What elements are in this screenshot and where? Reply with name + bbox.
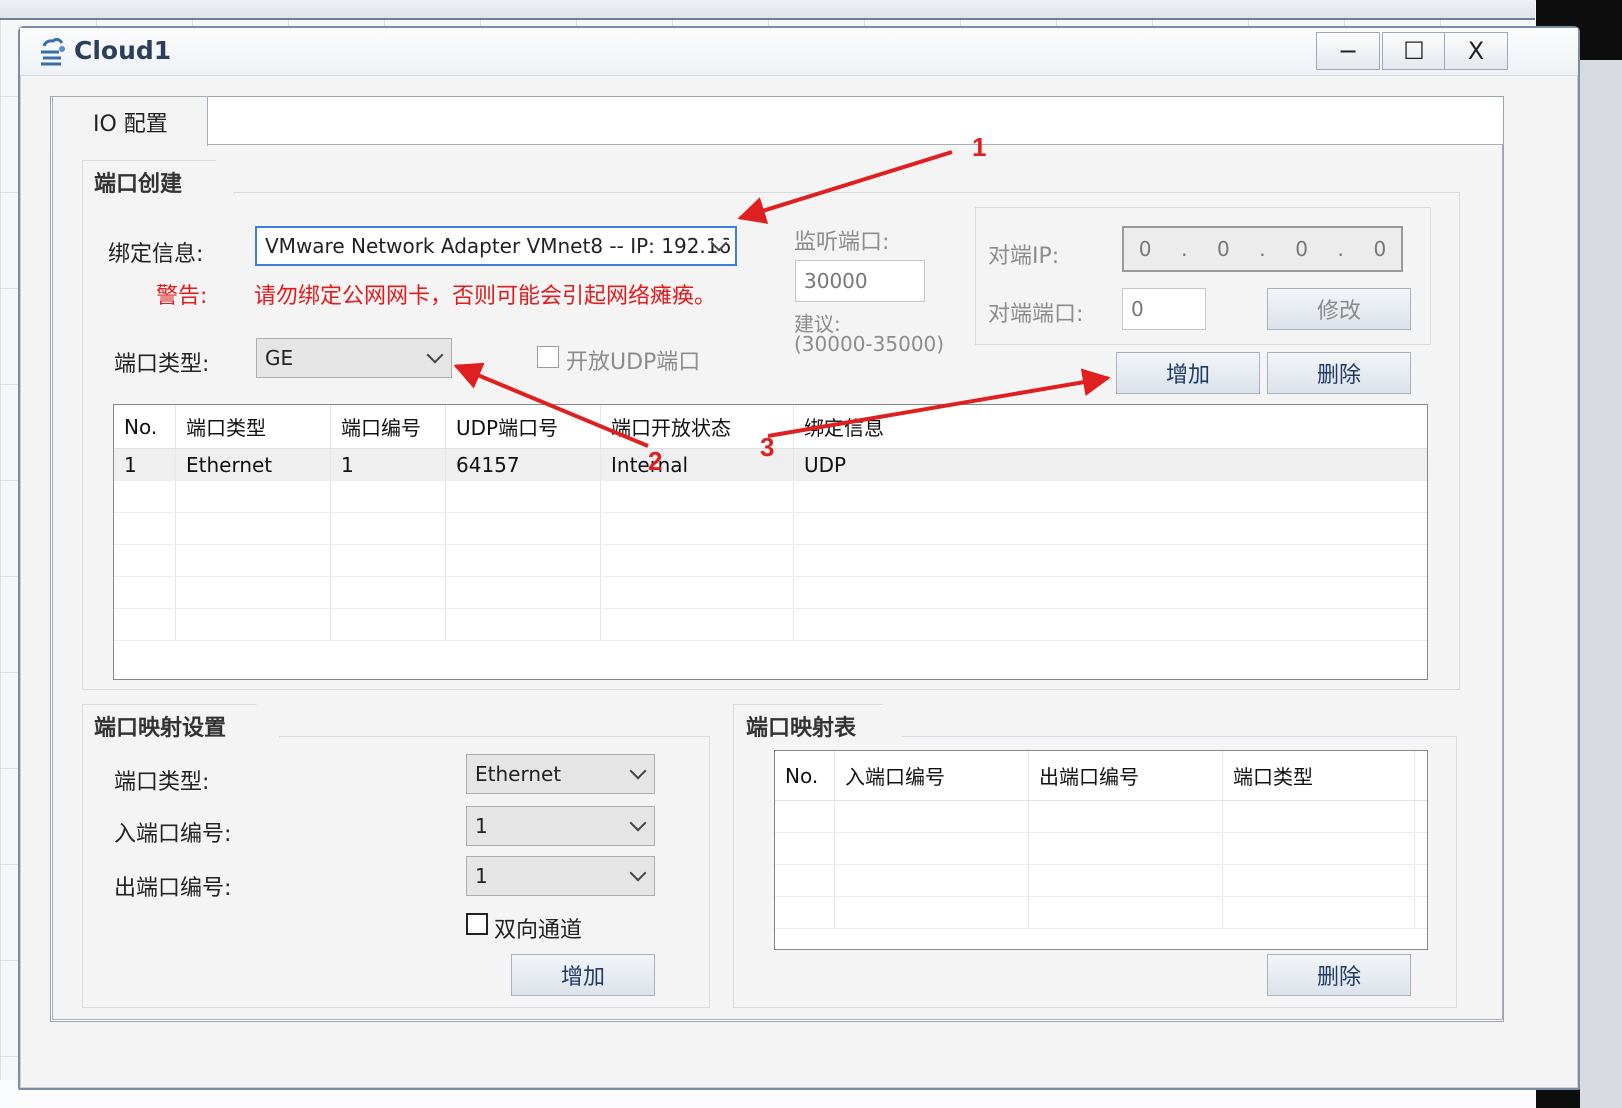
annotation-arrow-1	[737, 150, 953, 224]
annotation-arrow-2	[453, 362, 649, 448]
annotation-overlay	[453, 150, 1111, 448]
annotation-marker-3: 3	[760, 432, 775, 462]
annotation-arrow-3	[767, 368, 1111, 438]
annotation-marker-1: 1	[972, 132, 987, 162]
annotation-marker-2: 2	[648, 446, 663, 476]
